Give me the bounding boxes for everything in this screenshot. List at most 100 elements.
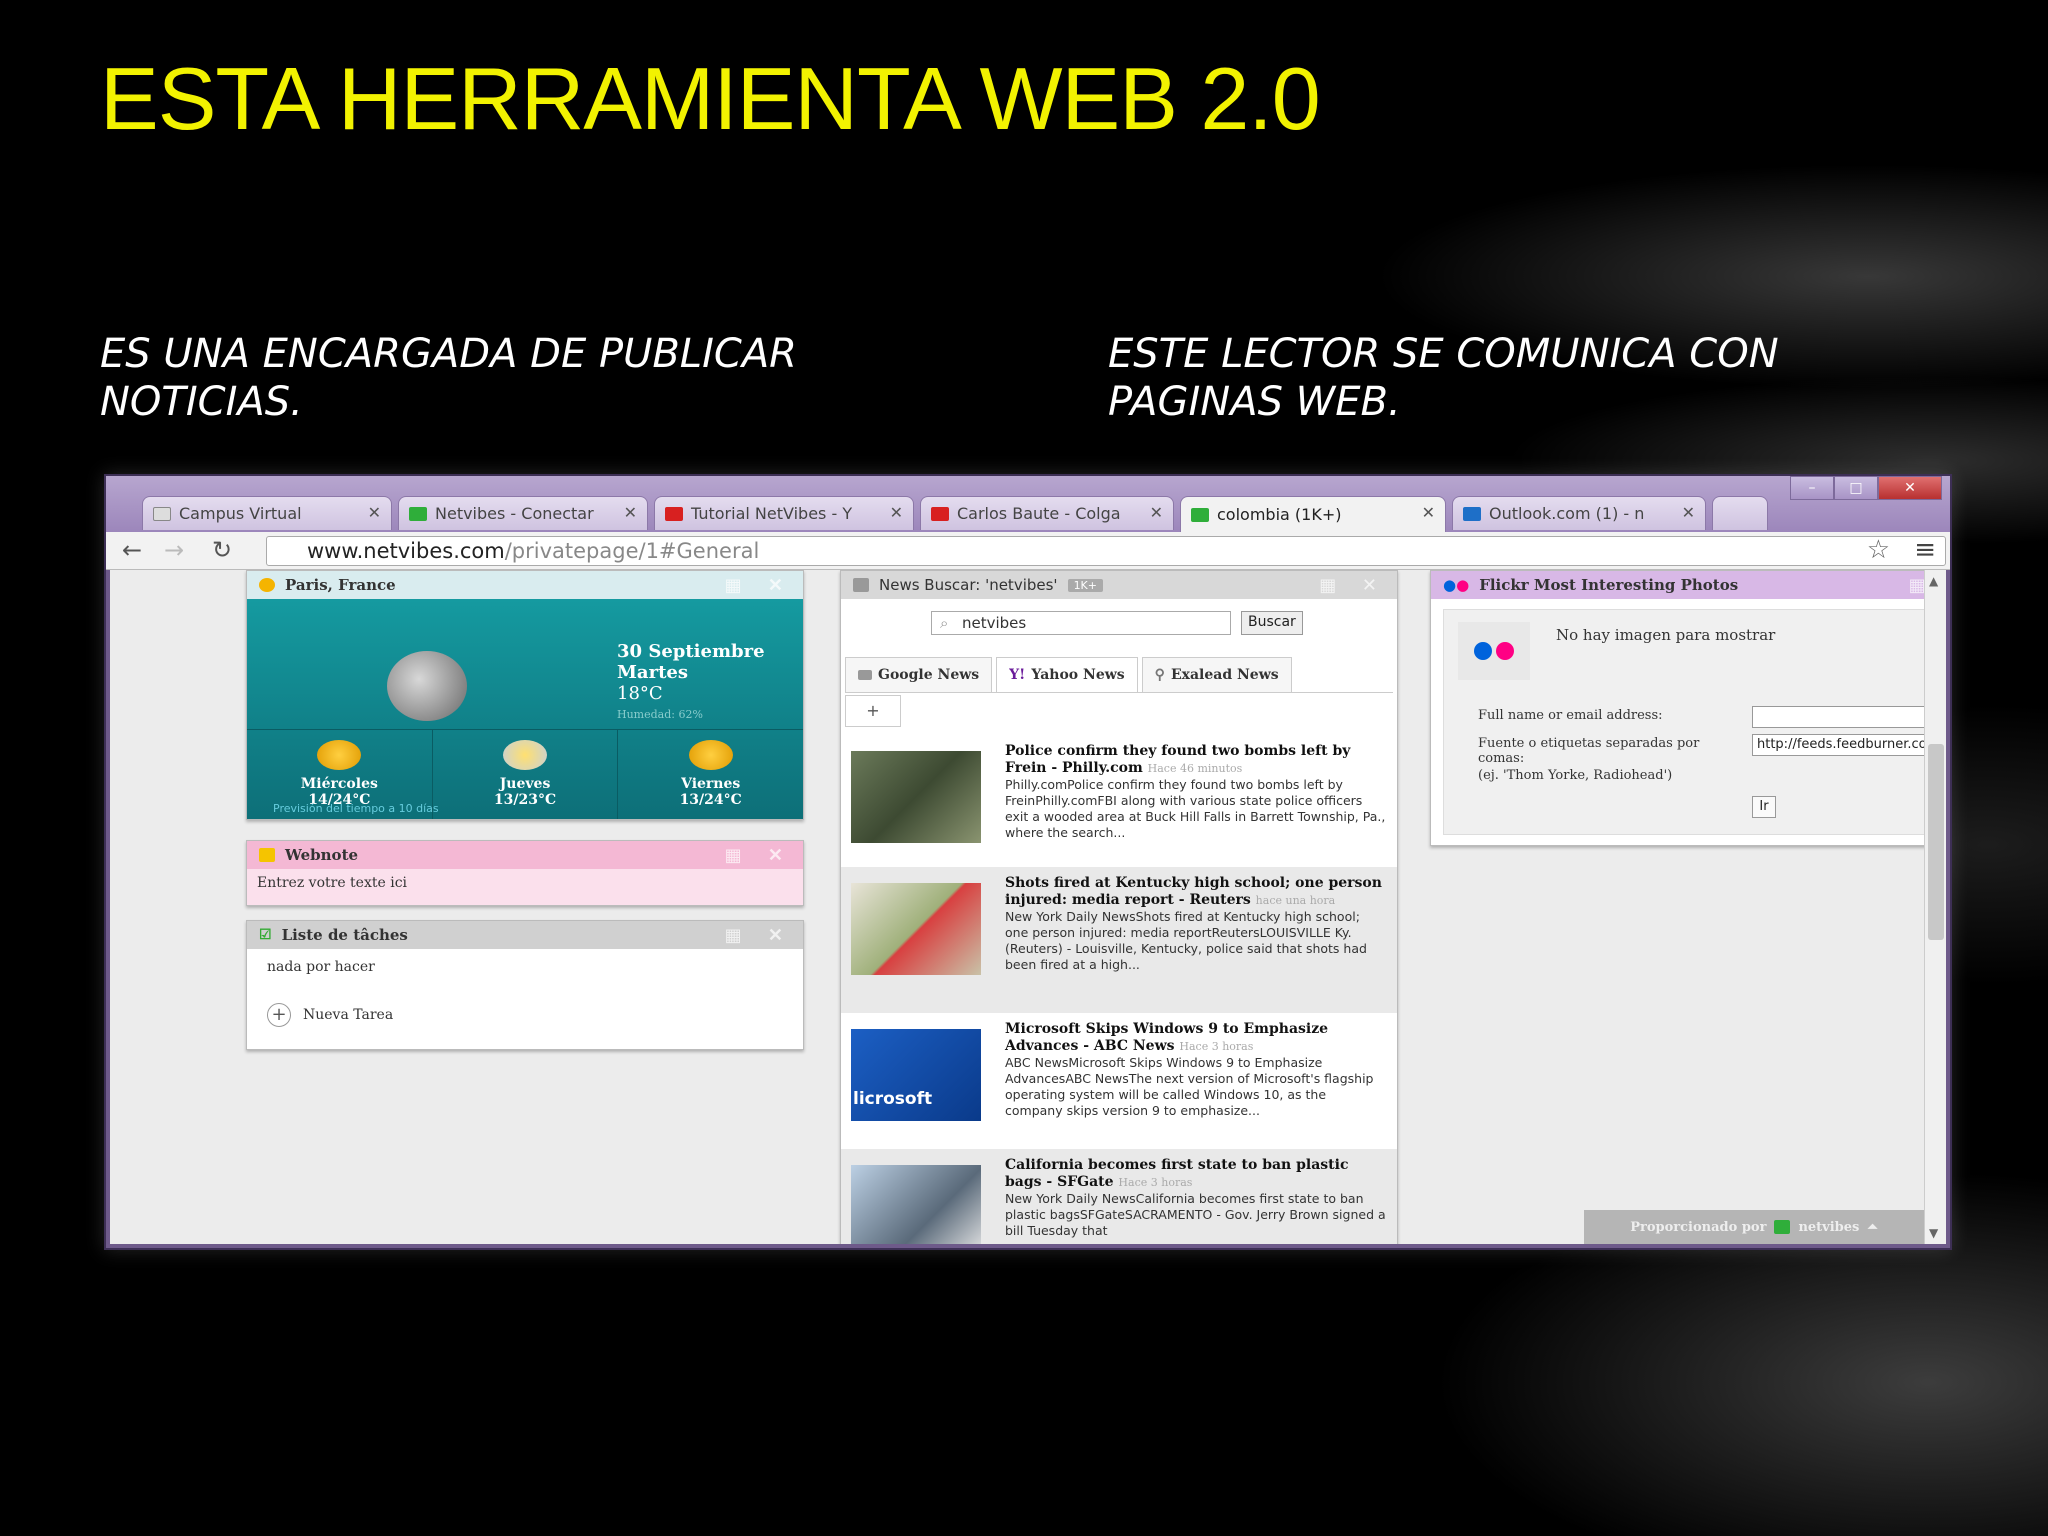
news-count-badge: 1K+ (1067, 578, 1103, 592)
moon-cloud-icon (387, 651, 467, 721)
forecast-day: Jueves 13/23°C (433, 730, 619, 819)
news-article[interactable]: Police confirm they found two bombs left… (841, 735, 1397, 867)
netvibes-icon (409, 506, 427, 521)
sun-icon (259, 578, 275, 592)
news-search-input[interactable]: ⌕ netvibes (931, 611, 1231, 635)
article-body: ABC NewsMicrosoft Skips Windows 9 to Emp… (1005, 1055, 1374, 1118)
weather-body: 30 Septiembre Martes 18°C Humedad: 62% M… (247, 599, 803, 819)
tab-label: Google News (878, 667, 980, 683)
reload-icon[interactable]: ↻ (212, 536, 232, 564)
close-icon[interactable]: ✕ (624, 503, 637, 522)
add-news-tab-button[interactable]: + (845, 695, 901, 727)
no-image-text: No hay imagen para mostrar (1556, 626, 1776, 644)
close-icon[interactable]: ✕ (890, 503, 903, 522)
powered-brand: netvibes (1798, 1219, 1860, 1235)
tasks-header[interactable]: ☑ Liste de tâches ▦ ✕ (247, 921, 803, 949)
tab-yahoo-news[interactable]: Y! Yahoo News (996, 657, 1138, 692)
address-bar[interactable]: www.netvibes.com/privatepage/1#General (266, 536, 1946, 566)
tab-label: Campus Virtual (179, 504, 302, 523)
close-icon[interactable]: ✕ (1682, 503, 1695, 522)
article-thumbnail: licrosoft (851, 1029, 981, 1121)
webnote-text[interactable]: Entrez votre texte ici (247, 869, 803, 905)
tab-colombia[interactable]: colombia (1K+) ✕ (1180, 496, 1446, 532)
widget-controls-icon[interactable]: ▦ ✕ (725, 925, 793, 946)
widget-controls-icon[interactable]: ▦ ✕ (725, 575, 793, 596)
news-title: News Buscar: 'netvibes' (879, 576, 1058, 594)
weather-temp: 18°C (617, 683, 663, 704)
article-title: California becomes first state to ban pl… (1005, 1157, 1349, 1190)
tags-label: Fuente o etiquetas separadas por comas: (1478, 736, 1700, 766)
forecast-link[interactable]: Previsión del tiempo a 10 días (273, 802, 439, 815)
window-controls: – □ ✕ (1790, 476, 1942, 500)
maximize-button[interactable]: □ (1834, 476, 1878, 500)
tags-field[interactable]: http://feeds.feedburner.co (1752, 734, 1946, 756)
tasks-body: nada por hacer + Nueva Tarea (247, 949, 803, 1037)
page-content: Paris, France ▦ ✕ 30 Septiembre Martes 1… (110, 570, 1946, 1244)
flickr-header[interactable]: ●● Flickr Most Interesting Photos ▦ ✕ (1431, 571, 1946, 599)
new-tab-button[interactable] (1712, 496, 1768, 530)
buscar-button[interactable]: Buscar (1241, 611, 1303, 635)
bookmark-star-icon[interactable]: ☆ (1867, 535, 1890, 565)
article-body: New York Daily NewsCalifornia becomes fi… (1005, 1191, 1386, 1238)
article-body: Philly.comPolice confirm they found two … (1005, 777, 1386, 840)
article-thumbnail (851, 883, 981, 975)
weather-header[interactable]: Paris, France ▦ ✕ (247, 571, 803, 599)
weather-weekday: Martes (617, 662, 688, 683)
menu-icon[interactable]: ≡ (1914, 535, 1936, 565)
weather-date: 30 Septiembre (617, 641, 765, 662)
news-article[interactable]: licrosoft Microsoft Skips Windows 9 to E… (841, 1013, 1397, 1149)
widget-controls-icon[interactable]: ▦ ✕ (725, 845, 793, 866)
new-task-label: Nueva Tarea (303, 1007, 394, 1023)
tab-outlook[interactable]: Outlook.com (1) - n ✕ (1452, 496, 1706, 530)
close-icon[interactable]: ✕ (368, 503, 381, 522)
weather-location: Paris, France (285, 576, 396, 594)
sun-icon (317, 740, 362, 770)
powered-by-bar[interactable]: Proporcionado por netvibes ⏶ (1584, 1210, 1924, 1244)
outlook-icon (1463, 506, 1481, 521)
minimize-button[interactable]: – (1790, 476, 1834, 500)
close-icon[interactable]: ✕ (1422, 503, 1435, 522)
new-task-button[interactable]: + Nueva Tarea (267, 1003, 783, 1027)
tab-label: colombia (1K+) (1217, 505, 1342, 524)
tab-exalead-news[interactable]: ⚲ Exalead News (1141, 657, 1292, 692)
news-article[interactable]: California becomes first state to ban pl… (841, 1149, 1397, 1244)
day-name: Miércoles (300, 776, 378, 792)
news-widget: News Buscar: 'netvibes' 1K+ ▦ ✕ ⌕ netvib… (840, 570, 1398, 1244)
flickr-widget: ●● Flickr Most Interesting Photos ▦ ✕ No… (1430, 570, 1946, 846)
url-host: www.netvibes.com (307, 539, 505, 563)
day-range: 13/24°C (679, 792, 742, 808)
close-icon[interactable]: ✕ (1150, 503, 1163, 522)
plus-icon: + (267, 1003, 291, 1027)
sun-cloud-icon (503, 740, 547, 770)
scroll-up-icon[interactable]: ▲ (1929, 574, 1938, 588)
right-caption: ESTE LECTOR SE COMUNICA CON PAGINAS WEB. (1108, 331, 1779, 425)
webnote-header[interactable]: Webnote ▦ ✕ (247, 841, 803, 869)
webnote-title: Webnote (285, 846, 359, 864)
tab-label: Carlos Baute - Colga (957, 504, 1121, 523)
tab-label: Tutorial NetVibes - Y (691, 504, 853, 523)
tab-tutorial-netvibes[interactable]: Tutorial NetVibes - Y ✕ (654, 496, 914, 530)
back-icon[interactable]: ← (122, 536, 142, 564)
url-path: /privatepage/1#General (504, 539, 760, 563)
close-window-button[interactable]: ✕ (1878, 476, 1942, 500)
tab-google-news[interactable]: Google News (845, 657, 993, 692)
scroll-thumb[interactable] (1928, 744, 1944, 940)
netvibes-icon (1191, 507, 1209, 522)
tab-campus-virtual[interactable]: Campus Virtual ✕ (142, 496, 392, 530)
day-range: 13/23°C (493, 792, 557, 808)
article-thumbnail (851, 751, 981, 843)
news-article[interactable]: Shots fired at Kentucky high school; one… (841, 867, 1397, 1013)
scroll-down-icon[interactable]: ▼ (1929, 1226, 1938, 1240)
widget-controls-icon[interactable]: ▦ ✕ (1319, 575, 1387, 596)
page-scrollbar[interactable]: ▲ ▼ (1924, 570, 1946, 1244)
webnote-widget: Webnote ▦ ✕ Entrez votre texte ici (246, 840, 804, 906)
forward-icon[interactable]: → (164, 536, 184, 564)
tab-netvibes-conectar[interactable]: Netvibes - Conectar ✕ (398, 496, 648, 530)
tab-carlos-baute[interactable]: Carlos Baute - Colga ✕ (920, 496, 1174, 530)
news-search-value: netvibes (962, 614, 1027, 632)
news-header[interactable]: News Buscar: 'netvibes' 1K+ ▦ ✕ (841, 571, 1397, 599)
ir-button[interactable]: Ir (1752, 796, 1776, 818)
name-email-field[interactable] (1752, 706, 1946, 728)
browser-screenshot: Campus Virtual ✕ Netvibes - Conectar ✕ T… (104, 474, 1952, 1250)
tags-example: (ej. 'Thom Yorke, Radiohead') (1478, 768, 1673, 783)
